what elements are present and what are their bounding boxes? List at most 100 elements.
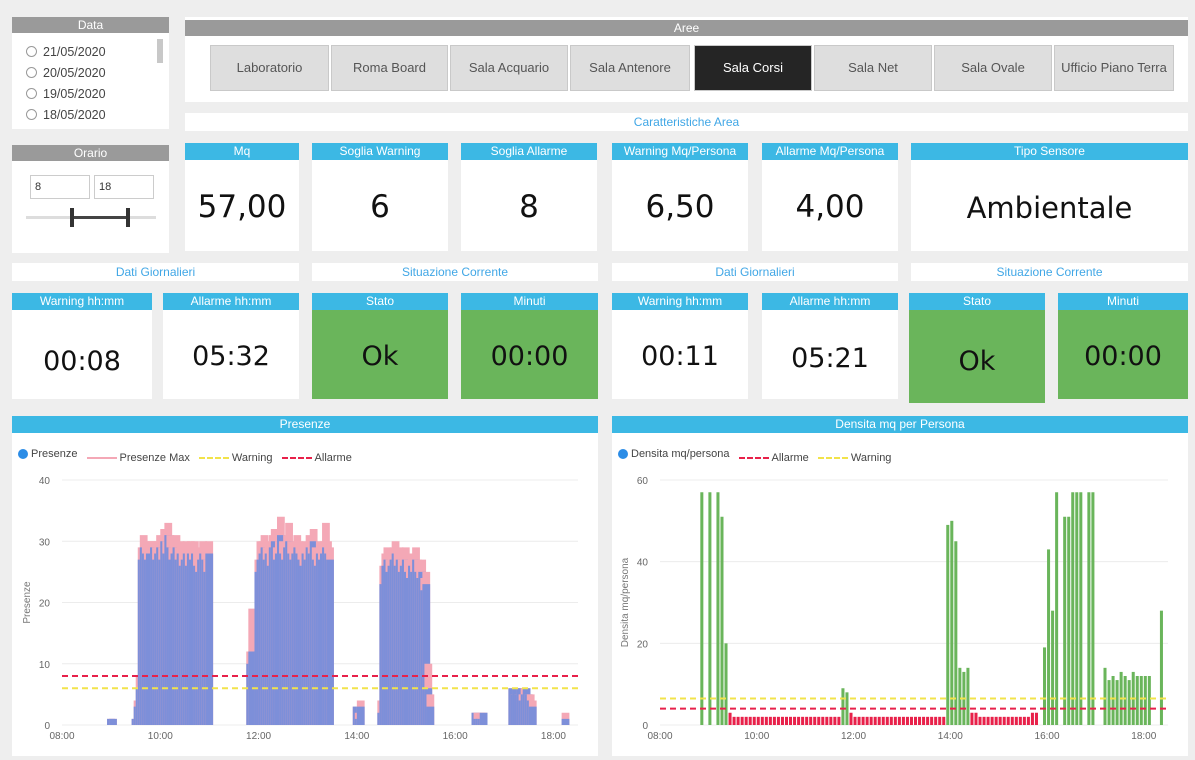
- tab-sala-ovale[interactable]: Sala Ovale: [934, 45, 1052, 91]
- aree-title: Aree: [185, 20, 1188, 36]
- densita-bar: [914, 716, 918, 725]
- stato-right: Stato Ok: [909, 293, 1045, 403]
- allarme-hhmm-right: Allarme hh:mm 05:21: [762, 293, 898, 399]
- densita-bar: [1139, 676, 1143, 725]
- tab-sala-antenore[interactable]: Sala Antenore: [570, 45, 690, 91]
- date-scrollbar[interactable]: [157, 39, 163, 63]
- kpi-soglia-warning: Soglia Warning 6: [312, 143, 448, 251]
- densita-bar: [950, 520, 954, 725]
- x-tick-label: 12:00: [246, 731, 271, 742]
- tab-sala-acquario[interactable]: Sala Acquario: [450, 45, 568, 91]
- date-option-3[interactable]: 19/05/2020: [26, 84, 106, 104]
- densita-bar: [805, 716, 809, 725]
- x-tick-label: 08:00: [49, 731, 74, 742]
- densita-bar: [1147, 676, 1151, 725]
- tab-sala-net[interactable]: Sala Net: [814, 45, 932, 91]
- densita-bar: [789, 716, 793, 725]
- presenze-bar: [528, 706, 537, 725]
- densita-bar: [857, 716, 861, 725]
- densita-bar: [1103, 667, 1107, 725]
- densita-bar: [784, 716, 789, 725]
- radio-icon[interactable]: [26, 67, 37, 78]
- tab-ufficio-piano-terra[interactable]: Ufficio Piano Terra: [1054, 45, 1174, 91]
- tab-laboratorio[interactable]: Laboratorio: [210, 45, 329, 91]
- densita-bar: [934, 716, 938, 725]
- radio-icon[interactable]: [26, 88, 37, 99]
- date-option-label: 20/05/2020: [43, 66, 106, 80]
- densita-bar: [837, 716, 841, 725]
- densita-bar: [1127, 680, 1131, 725]
- date-slicer-title: Data: [12, 17, 169, 33]
- densita-bar: [764, 716, 768, 725]
- densita-bar: [736, 716, 740, 725]
- x-tick-label: 16:00: [1035, 731, 1060, 742]
- allarme-hhmm-left: Allarme hh:mm 05:32: [163, 293, 299, 399]
- y-tick-label: 10: [39, 660, 51, 671]
- x-tick-label: 10:00: [744, 731, 769, 742]
- densita-bar: [801, 716, 805, 725]
- densita-bar: [1087, 492, 1091, 725]
- densita-bar: [930, 716, 934, 725]
- card-value: 05:21: [791, 343, 869, 374]
- card-value: Ok: [361, 341, 399, 372]
- densita-bar: [1043, 647, 1047, 725]
- date-slicer: Data 21/05/2020 20/05/2020 19/05/2020 18…: [12, 17, 169, 129]
- orario-slider-handle-left[interactable]: [70, 208, 74, 227]
- densita-bar: [885, 716, 889, 725]
- date-option-2[interactable]: 20/05/2020: [26, 63, 106, 83]
- densita-bar: [998, 716, 1002, 725]
- densita-bar: [853, 716, 857, 725]
- densita-bar: [869, 716, 873, 725]
- densita-bar: [994, 716, 998, 725]
- tab-roma-board[interactable]: Roma Board: [331, 45, 448, 91]
- densita-bar: [986, 716, 990, 725]
- kpi-label: Mq: [185, 143, 299, 160]
- densita-bar: [954, 541, 958, 725]
- orario-from-input[interactable]: 8: [30, 175, 90, 199]
- densita-bar: [817, 716, 821, 725]
- densita-bar: [1135, 676, 1139, 725]
- situazione-corrente-title-right: Situazione Corrente: [911, 263, 1188, 281]
- date-option-label: 21/05/2020: [43, 45, 106, 59]
- densita-bar: [732, 716, 736, 725]
- kpi-label: Soglia Warning: [312, 143, 448, 160]
- presenze-bar: [205, 553, 214, 725]
- densita-bar: [700, 492, 704, 725]
- densita-bar: [1075, 492, 1079, 725]
- orario-slider-handle-right[interactable]: [126, 208, 130, 227]
- densita-bar: [740, 716, 744, 725]
- densita-bar: [841, 688, 845, 725]
- densita-bar: [926, 716, 930, 725]
- x-tick-label: 10:00: [148, 731, 173, 742]
- densita-bar: [1006, 716, 1010, 725]
- densita-bar: [716, 492, 720, 725]
- densita-bar: [1123, 676, 1127, 725]
- kpi-label: Soglia Allarme: [461, 143, 597, 160]
- presenze-chart-card: Presenze Presenze Presenze Max Warning A…: [12, 416, 598, 756]
- tab-sala-corsi[interactable]: Sala Corsi: [694, 45, 812, 91]
- densita-bar: [897, 716, 901, 725]
- densita-bar: [873, 716, 877, 725]
- presenze-bar: [109, 718, 117, 725]
- warning-hhmm-right: Warning hh:mm 00:11: [612, 293, 748, 399]
- date-option-4[interactable]: 18/05/2020: [26, 105, 106, 125]
- radio-icon[interactable]: [26, 46, 37, 57]
- kpi-value: 8: [519, 189, 539, 225]
- kpi-value: 4,00: [795, 189, 865, 225]
- caratteristiche-area-title: Caratteristiche Area: [185, 113, 1188, 131]
- densita-bar: [1018, 716, 1022, 725]
- densita-bar: [1107, 680, 1111, 725]
- densita-chart: 020406008:00 10:00 12:00 14:00 16:00 18:00Den…: [620, 476, 1168, 742]
- densita-bar: [1115, 680, 1119, 725]
- date-option-1[interactable]: 21/05/2020: [26, 42, 106, 62]
- densita-bar: [909, 716, 913, 725]
- orario-title: Orario: [12, 145, 169, 161]
- radio-icon[interactable]: [26, 109, 37, 120]
- y-tick-label: 40: [39, 476, 51, 487]
- orario-slider-range: [72, 216, 128, 219]
- densita-bar: [1091, 492, 1095, 725]
- densita-bar: [1071, 492, 1075, 725]
- card-value: 00:11: [641, 341, 719, 372]
- orario-to-input[interactable]: 18: [94, 175, 154, 199]
- kpi-mq: Mq 57,00: [185, 143, 299, 251]
